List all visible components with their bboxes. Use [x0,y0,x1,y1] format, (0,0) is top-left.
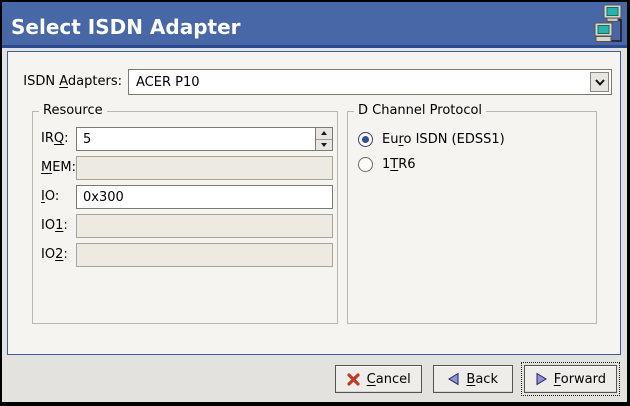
io1-input [77,215,332,237]
spin-up-icon [321,131,327,135]
irq-label: IRQ: [41,131,69,146]
forward-button[interactable]: Forward [524,365,617,393]
cancel-button[interactable]: Cancel [335,365,422,393]
dialog-titlebar: Select ISDN Adapter [2,2,627,48]
select-isdn-adapter-dialog: Select ISDN Adapter ISDN Adapters: Resou… [0,0,630,406]
radio-button-euro-isdn[interactable] [358,132,373,147]
radio-option-1tr6[interactable]: 1TR6 [358,154,416,174]
back-button[interactable]: Back [433,365,513,393]
spin-down-icon [321,143,327,147]
io2-field [76,243,333,267]
back-arrow-icon [447,372,460,386]
irq-spin-down-button[interactable] [316,140,332,151]
mem-row: MEM: [33,156,337,180]
radio-button-1tr6[interactable] [358,157,373,172]
io-row: IO: [33,185,337,209]
irq-row: IRQ: [33,127,337,151]
mem-input [77,157,332,179]
isdn-adapter-combobox[interactable] [128,69,612,95]
forward-arrow-icon [535,372,548,386]
radio-label-1tr6: 1TR6 [382,157,416,172]
isdn-adapters-label: ISDN Adapters: [8,74,122,89]
forward-button-label: Forward [554,372,606,387]
d-channel-protocol-groupbox: D Channel Protocol Euro ISDN (EDSS1) 1TR… [347,111,597,324]
content-frame: ISDN Adapters: Resource IRQ: [7,51,621,355]
chevron-down-icon [595,79,605,86]
dialog-button-bar: Cancel Back Forward [2,356,627,402]
combo-dropdown-button[interactable] [590,72,609,92]
resource-group-title: Resource [39,103,107,118]
cancel-x-icon [346,372,361,387]
resource-groupbox: Resource IRQ: MEM: IO: [32,111,338,324]
d-channel-protocol-group-title: D Channel Protocol [354,103,486,118]
back-button-label: Back [466,372,498,387]
network-computers-icon [594,4,624,49]
io-input[interactable] [77,186,332,208]
io2-label: IO2: [41,247,68,262]
io2-row: IO2: [33,243,337,267]
irq-spin-buttons [315,128,332,150]
io1-field [76,214,333,238]
mem-label: MEM: [41,160,76,175]
io-label: IO: [41,189,59,204]
mem-field [76,156,333,180]
isdn-adapter-combo-input[interactable] [129,70,589,94]
irq-spin-up-button[interactable] [316,128,332,140]
io2-input [77,244,332,266]
irq-input[interactable] [77,128,314,150]
io1-row: IO1: [33,214,337,238]
radio-label-euro-isdn: Euro ISDN (EDSS1) [382,132,505,147]
dialog-title: Select ISDN Adapter [11,15,241,39]
cancel-button-label: Cancel [367,372,411,387]
io1-label: IO1: [41,218,68,233]
io-field[interactable] [76,185,333,209]
irq-spinbutton[interactable] [76,127,333,151]
radio-option-euro-isdn[interactable]: Euro ISDN (EDSS1) [358,129,505,149]
